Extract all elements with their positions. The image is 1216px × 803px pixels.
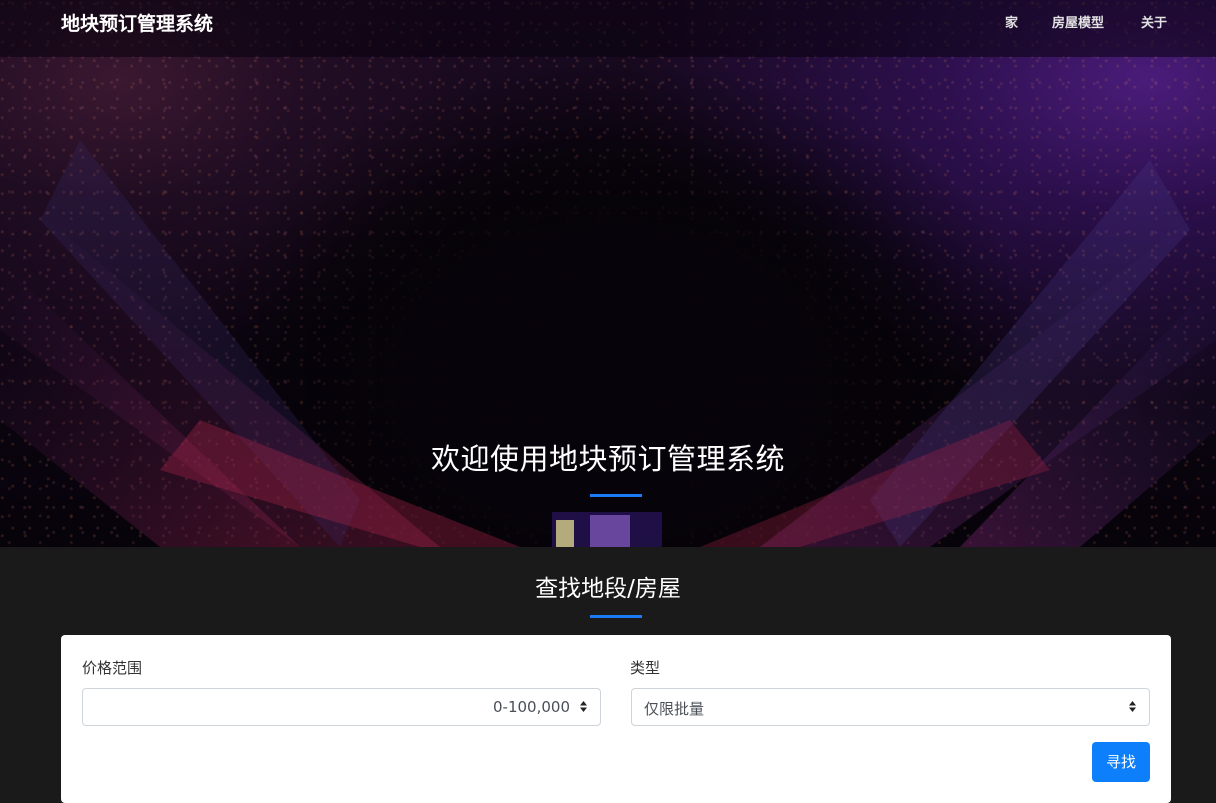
price-range-value: 0-100,000	[493, 698, 570, 716]
search-title-underline	[590, 615, 642, 618]
type-select[interactable]: 仅限批量	[631, 688, 1150, 726]
search-form-card: 价格范围 0-100,000 类型 仅限批量 寻找	[61, 635, 1171, 803]
hero-title: 欢迎使用地块预订管理系统	[430, 442, 785, 476]
search-title: 查找地段/房屋	[535, 576, 681, 602]
hero-banner: 欢迎使用地块预订管理系统	[0, 0, 1216, 547]
select-arrows-icon	[1129, 701, 1136, 712]
navbar: 地块预订管理系统 家 房屋模型 关于	[0, 0, 1216, 57]
type-label: 类型	[630, 659, 661, 677]
select-arrows-icon	[580, 701, 587, 712]
price-range-select[interactable]: 0-100,000	[82, 688, 601, 726]
price-range-label: 价格范围	[82, 659, 143, 677]
type-value: 仅限批量	[644, 700, 705, 718]
brand-logo[interactable]: 地块预订管理系统	[61, 9, 213, 36]
nav-link-home[interactable]: 家	[1005, 12, 1018, 31]
search-section: 查找地段/房屋 价格范围 0-100,000 类型 仅限批量 寻找	[0, 547, 1216, 803]
nav-link-house-models[interactable]: 房屋模型	[1052, 12, 1104, 31]
find-button[interactable]: 寻找	[1092, 742, 1150, 782]
hero-title-underline	[590, 494, 642, 497]
nav-link-about[interactable]: 关于	[1141, 12, 1167, 31]
